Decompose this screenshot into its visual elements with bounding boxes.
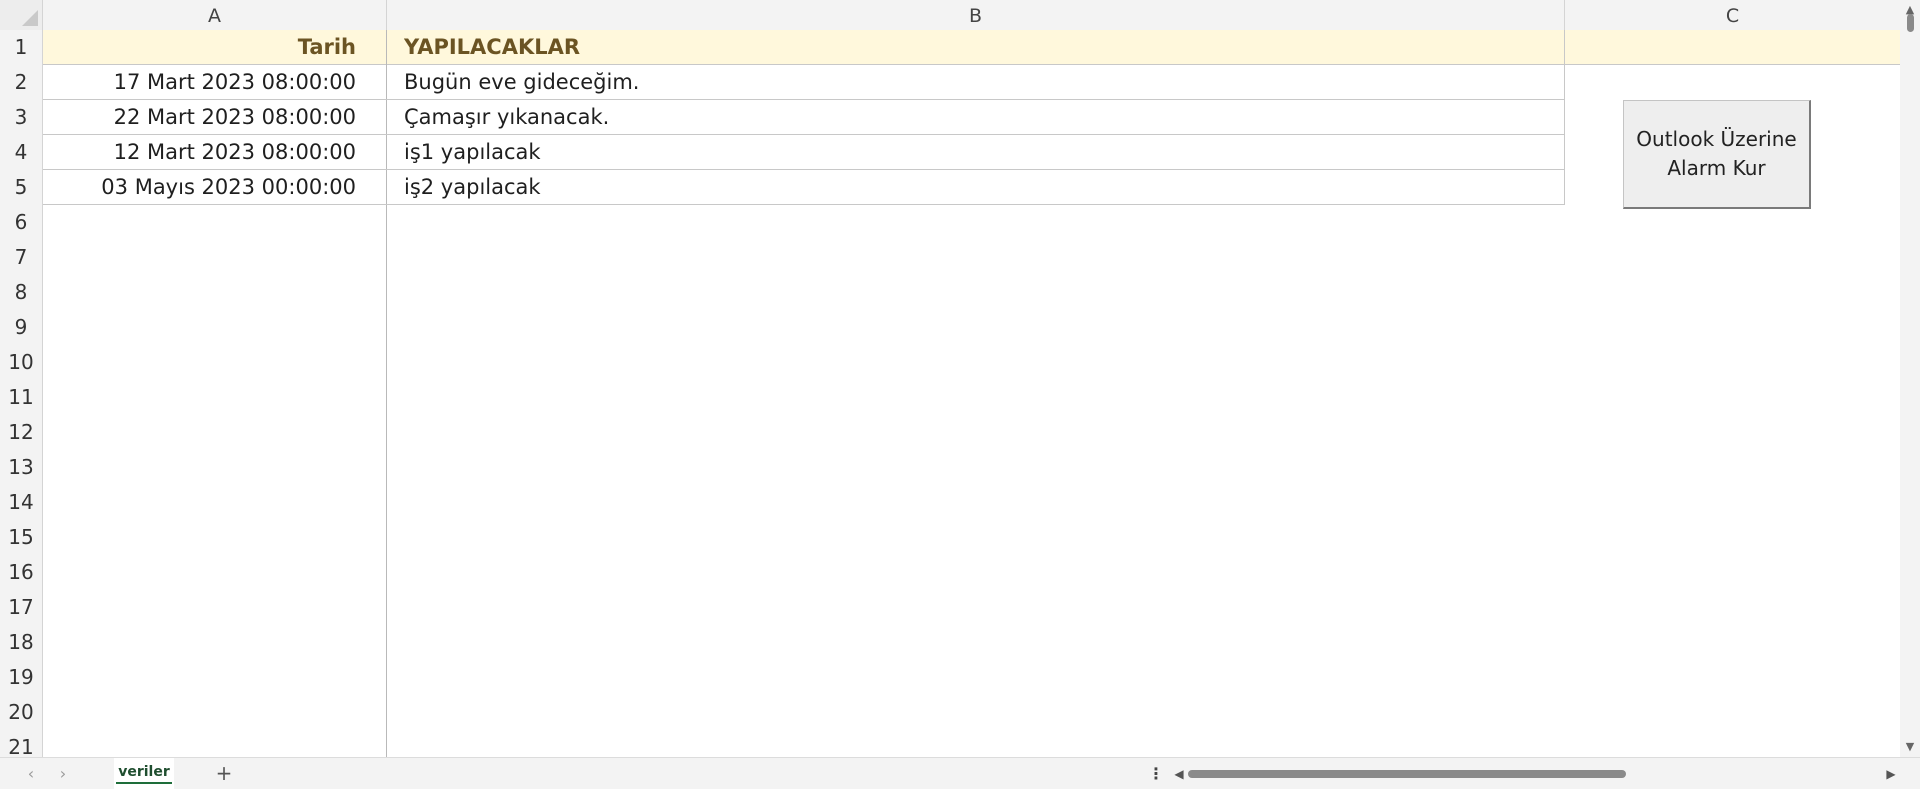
- sheet-grid[interactable]: Tarih YAPILACAKLAR 17 Mart 2023 08:00:00…: [43, 30, 1900, 757]
- column-a-border: [386, 30, 387, 757]
- column-header-a[interactable]: A: [43, 0, 387, 30]
- select-all-corner[interactable]: [0, 0, 43, 30]
- row-header-9[interactable]: 9: [0, 310, 42, 345]
- row-header-16[interactable]: 16: [0, 555, 42, 590]
- row-header-3[interactable]: 3: [0, 100, 42, 135]
- sheet-tab-label: veriler: [116, 764, 172, 784]
- cell-b2-task[interactable]: Bugün eve gideceğim.: [404, 65, 1554, 100]
- column-header-c[interactable]: C: [1565, 0, 1900, 30]
- row-header-18[interactable]: 18: [0, 625, 42, 660]
- cell-b5-task[interactable]: iş2 yapılacak: [404, 170, 1554, 205]
- row-header-11[interactable]: 11: [0, 380, 42, 415]
- row-header-8[interactable]: 8: [0, 275, 42, 310]
- cell-b1-yapilacaklar-header[interactable]: YAPILACAKLAR: [404, 30, 1554, 65]
- row-header-13[interactable]: 13: [0, 450, 42, 485]
- plus-icon[interactable]: +: [210, 758, 238, 789]
- scroll-down-icon[interactable]: ▼: [1900, 739, 1920, 755]
- column-b-border: [1564, 30, 1565, 204]
- row-header-17[interactable]: 17: [0, 590, 42, 625]
- cell-a4-date[interactable]: 12 Mart 2023 08:00:00: [43, 135, 356, 170]
- cell-a3-date[interactable]: 22 Mart 2023 08:00:00: [43, 100, 356, 135]
- cell-a2-date[interactable]: 17 Mart 2023 08:00:00: [43, 65, 356, 100]
- row-header-15[interactable]: 15: [0, 520, 42, 555]
- row-header-14[interactable]: 14: [0, 485, 42, 520]
- row-header-5[interactable]: 5: [0, 170, 42, 205]
- row-header-2[interactable]: 2: [0, 65, 42, 100]
- column-header-b[interactable]: B: [387, 0, 1565, 30]
- horizontal-scroll-thumb[interactable]: [1188, 770, 1626, 778]
- row-header-12[interactable]: 12: [0, 415, 42, 450]
- cell-b4-task[interactable]: iş1 yapılacak: [404, 135, 1554, 170]
- chevron-left-icon[interactable]: ‹: [20, 758, 42, 789]
- row-header-10[interactable]: 10: [0, 345, 42, 380]
- sheet-tab-veriler[interactable]: veriler: [114, 758, 174, 789]
- row-header-19[interactable]: 19: [0, 660, 42, 695]
- horizontal-scrollbar[interactable]: ◀ ▶: [1172, 766, 1898, 782]
- vertical-dots-icon[interactable]: ⋮: [1148, 758, 1164, 789]
- cell-b3-task[interactable]: Çamaşır yıkanacak.: [404, 100, 1554, 135]
- row-header-20[interactable]: 20: [0, 695, 42, 730]
- row-header-1[interactable]: 1: [0, 30, 42, 65]
- vertical-scrollbar[interactable]: ▲ ▼: [1900, 0, 1920, 757]
- column-header-bar: A B C: [0, 0, 1900, 31]
- scroll-right-icon[interactable]: ▶: [1884, 766, 1898, 782]
- cell-a5-date[interactable]: 03 Mayıs 2023 00:00:00: [43, 170, 356, 205]
- cell-a1-tarih-header[interactable]: Tarih: [43, 30, 356, 65]
- sheet-tab-bar: ‹ › veriler + ⋮ ◀ ▶: [0, 757, 1920, 789]
- scroll-left-icon[interactable]: ◀: [1172, 766, 1186, 782]
- chevron-right-icon[interactable]: ›: [52, 758, 74, 789]
- outlook-alarm-button[interactable]: Outlook Üzerine Alarm Kur: [1623, 100, 1811, 209]
- row-header-7[interactable]: 7: [0, 240, 42, 275]
- vertical-scroll-thumb[interactable]: [1907, 14, 1914, 32]
- row-header-bar: 1 2 3 4 5 6 7 8 9 10 11 12 13 14 15 16 17 18 19 20 21: [0, 30, 43, 759]
- row-header-4[interactable]: 4: [0, 135, 42, 170]
- row-header-6[interactable]: 6: [0, 205, 42, 240]
